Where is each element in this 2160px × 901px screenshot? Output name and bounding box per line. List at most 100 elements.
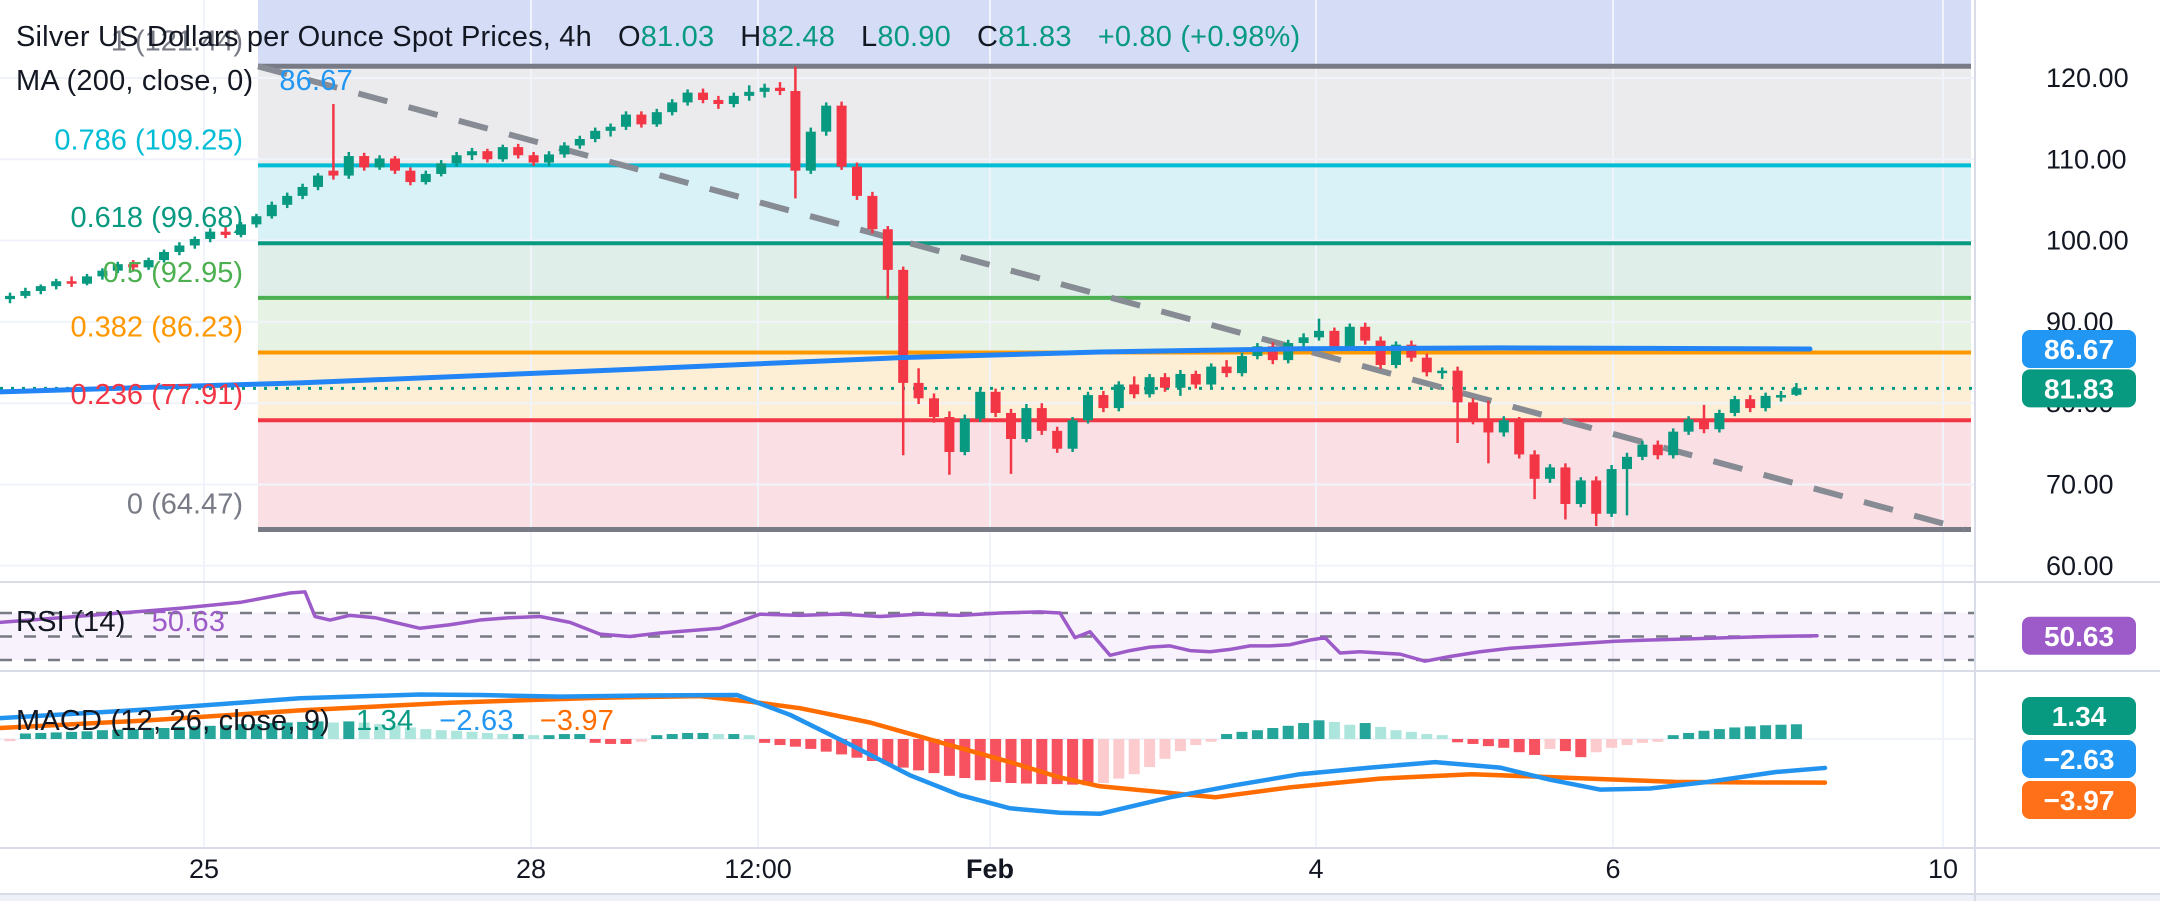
macd-hist-bar	[682, 733, 693, 739]
macd-line-value: −2.63	[439, 705, 513, 737]
macd-hist-bar	[1745, 726, 1756, 739]
macd-hist-bar	[1252, 730, 1263, 739]
macd-hist-bar	[728, 734, 739, 739]
macd-hist-bar	[1283, 726, 1294, 739]
macd-hist-bar	[1190, 739, 1201, 745]
macd-hist-bar	[1545, 739, 1556, 749]
macd-hist-bar	[621, 739, 632, 744]
candle-body	[929, 398, 939, 417]
macd-hist-bar	[898, 739, 909, 768]
macd-hist-bar	[1622, 739, 1633, 745]
trading-chart-app: 1 (121.44)0.786 (109.25)0.618 (99.68)0.5…	[0, 0, 2160, 901]
candle-body	[713, 100, 723, 104]
symbol-title[interactable]: Silver US Dollars per Ounce Spot Prices,…	[16, 21, 592, 53]
macd-label[interactable]: MACD (12, 26, close, 9)	[16, 705, 330, 737]
macd-hist-bar	[744, 735, 755, 739]
close-value: 81.83	[998, 21, 1072, 53]
candle-body	[1530, 454, 1540, 478]
rsi-label[interactable]: RSI (14)	[16, 606, 126, 638]
macd-hist-bar	[821, 739, 832, 752]
time-tick-label: 12:00	[724, 854, 792, 884]
macd-hist-bar	[713, 734, 724, 739]
chart-canvas[interactable]: 1 (121.44)0.786 (109.25)0.618 (99.68)0.5…	[0, 0, 2160, 901]
ma-legend[interactable]: MA (200, close, 0) 86.67	[16, 64, 353, 98]
macd-hist-bar	[1606, 739, 1617, 748]
macd-hist-bar	[1791, 724, 1802, 739]
time-tick-label: 6	[1605, 854, 1620, 884]
macd-hist-bar	[1668, 735, 1679, 739]
macd-line-badge: −2.63	[2044, 744, 2115, 775]
macd-signal-value: −3.97	[540, 705, 614, 737]
candle-body	[883, 229, 893, 270]
fib-band-6	[258, 420, 1971, 529]
candle-body	[621, 115, 631, 127]
candle-body	[683, 93, 693, 103]
candle-body	[1052, 431, 1062, 449]
macd-hist-bar	[1699, 731, 1710, 739]
candle-body	[960, 419, 970, 452]
candle-body	[1653, 445, 1663, 456]
macd-hist-bar	[1452, 739, 1463, 742]
candle-body	[513, 147, 523, 155]
candle-body	[1160, 377, 1170, 388]
candle-body	[1684, 419, 1694, 431]
candle-body	[1098, 395, 1108, 408]
candle-body	[636, 115, 646, 125]
candle-body	[1745, 399, 1755, 408]
candle-body	[36, 286, 46, 291]
macd-hist-bar	[975, 739, 986, 780]
macd-hist-bar	[1036, 739, 1047, 784]
candle-body	[67, 281, 77, 284]
macd-legend[interactable]: MACD (12, 26, close, 9) 1.34 −2.63 −3.97	[16, 704, 614, 738]
candle-body	[1329, 331, 1339, 347]
bottom-strip	[0, 895, 2160, 901]
candle-body	[1483, 420, 1493, 432]
chart-legend[interactable]: Silver US Dollars per Ounce Spot Prices,…	[16, 20, 1300, 54]
candle-body	[1637, 445, 1647, 457]
fib-band-4	[258, 298, 1971, 353]
macd-hist-bar	[5, 739, 16, 741]
candle-body	[1083, 395, 1093, 420]
candle-body	[1345, 327, 1355, 347]
ma-price-badge: 86.67	[2044, 334, 2114, 365]
candle-body	[652, 112, 662, 124]
rsi-value-badge: 50.63	[2044, 621, 2114, 652]
macd-hist-bar	[605, 739, 616, 744]
rsi-legend[interactable]: RSI (14)50.63	[16, 605, 225, 639]
candle-body	[1607, 469, 1617, 514]
candle-body	[790, 91, 800, 171]
macd-hist-bar	[1021, 739, 1032, 784]
macd-hist-bar	[1144, 739, 1155, 767]
ma-label[interactable]: MA (200, close, 0)	[16, 65, 253, 97]
macd-hist-bar	[590, 739, 601, 743]
macd-hist-bar	[667, 734, 678, 739]
candle-body	[51, 281, 61, 286]
candle-body	[313, 176, 323, 187]
candle-body	[452, 155, 462, 163]
macd-hist-bar	[1098, 739, 1109, 783]
macd-hist-bar	[1560, 739, 1571, 751]
candle-body	[1714, 413, 1724, 429]
candle-body	[1422, 358, 1432, 373]
candle-body	[1376, 341, 1386, 365]
candle-body	[575, 139, 585, 146]
candle-body	[852, 167, 862, 196]
candle-body	[1668, 432, 1678, 456]
fib-label-0.618: 0.618 (99.68)	[70, 202, 243, 234]
candle-body	[1468, 402, 1478, 420]
macd-hist-value: 1.34	[356, 705, 413, 737]
macd-hist-bar	[1575, 739, 1586, 757]
candle-body	[82, 276, 92, 283]
candle-body	[991, 392, 1001, 413]
candle-body	[267, 205, 277, 216]
candle-body	[1591, 480, 1601, 513]
fib-band-2	[258, 165, 1971, 243]
candle-body	[1222, 367, 1232, 374]
time-tick-label: 28	[516, 854, 546, 884]
macd-hist-bar	[759, 739, 770, 743]
ma-value: 86.67	[279, 65, 353, 97]
price-tick-label: 60.00	[2046, 551, 2114, 581]
candle-body	[867, 196, 877, 229]
high-letter: H	[740, 21, 761, 53]
macd-hist-bar	[1344, 725, 1355, 739]
